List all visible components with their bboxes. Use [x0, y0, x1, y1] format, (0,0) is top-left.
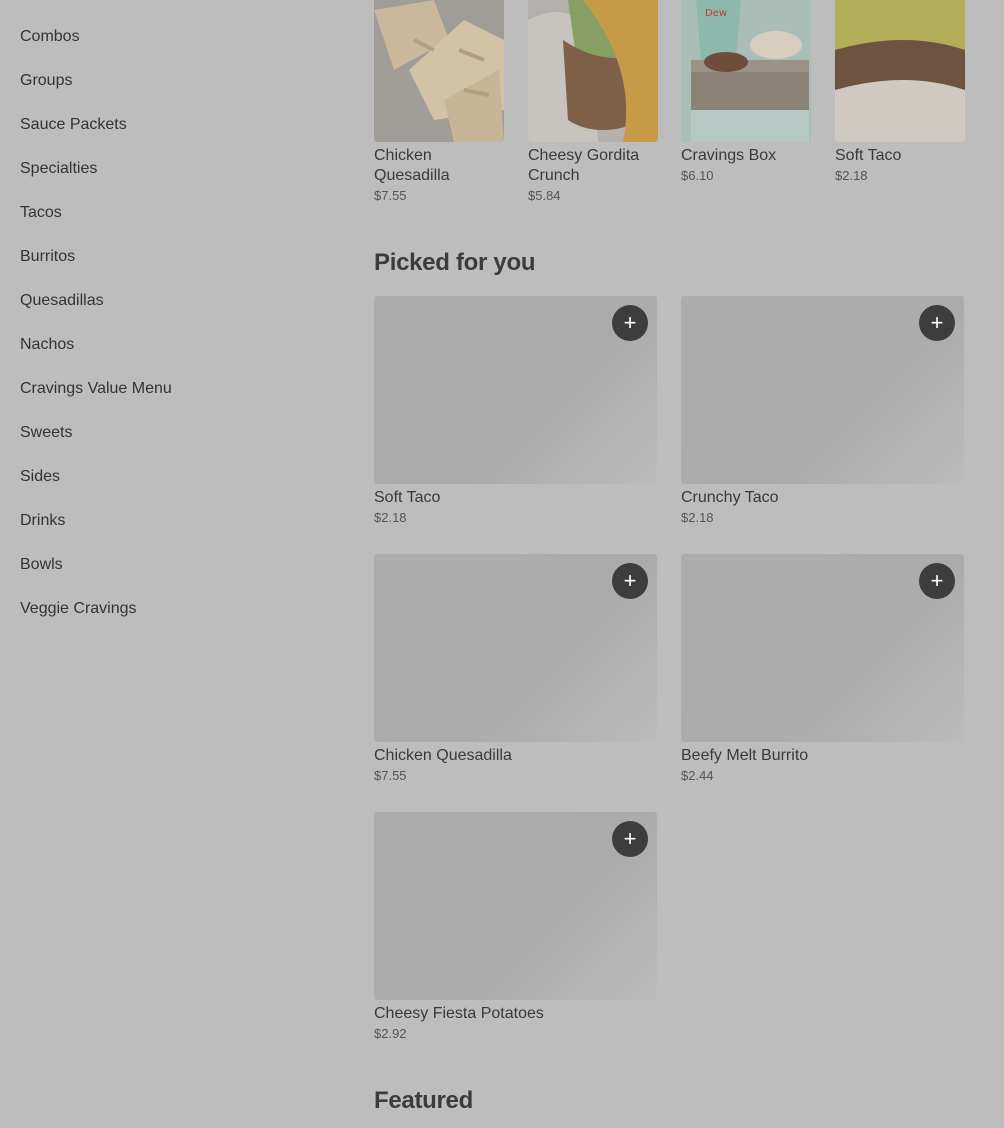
item-price: $7.55 [374, 768, 407, 783]
item-price: $2.18 [681, 510, 714, 525]
carousel-card[interactable]: Chicken Quesadilla $7.55 [374, 0, 504, 203]
carousel-card[interactable]: Soft Taco $2.18 [835, 0, 965, 183]
sidebar-item-specialties[interactable]: Specialties [20, 147, 320, 191]
item-name: Soft Taco [374, 489, 441, 506]
sidebar-item-drinks[interactable]: Drinks [20, 499, 320, 543]
category-sidebar: Combos Groups Sauce Packets Specialties … [20, 0, 320, 631]
menu-content: Chicken Quesadilla $7.55 Cheesy Gordita … [374, 0, 965, 1114]
chicken-quesadilla-image [374, 0, 504, 142]
carousel-item-name: Soft Taco [835, 147, 902, 164]
picked-for-you-heading: Picked for you [374, 249, 536, 276]
item-price: $2.44 [681, 768, 714, 783]
menu-item-card[interactable]: + Chicken Quesadilla $7.55 [374, 554, 657, 783]
carousel-item-price: $7.55 [374, 188, 407, 203]
menu-item-card[interactable]: + Soft Taco $2.18 [374, 296, 657, 525]
menu-item-card[interactable]: + Beefy Melt Burrito $2.44 [681, 554, 964, 783]
sidebar-item-veggie-cravings[interactable]: Veggie Cravings [20, 587, 320, 631]
add-item-button[interactable]: + [612, 821, 648, 857]
add-item-button[interactable]: + [612, 563, 648, 599]
sidebar-item-tacos[interactable]: Tacos [20, 191, 320, 235]
menu-item-card[interactable]: + Cheesy Fiesta Potatoes $2.92 [374, 812, 657, 1041]
carousel-item-price: $2.18 [835, 168, 868, 183]
sidebar-item-cravings-value-menu[interactable]: Cravings Value Menu [20, 367, 320, 411]
sidebar-item-burritos[interactable]: Burritos [20, 235, 320, 279]
carousel-item-name: Cheesy Gordita Crunch [528, 147, 640, 184]
cravings-box-image: Dew [681, 0, 811, 142]
item-image: + [681, 296, 964, 484]
item-image: + [374, 296, 657, 484]
svg-text:Dew: Dew [705, 8, 727, 19]
item-name: Beefy Melt Burrito [681, 747, 809, 764]
item-name: Chicken Quesadilla [374, 747, 512, 764]
carousel-item-price: $6.10 [681, 168, 714, 183]
sidebar-item-nachos[interactable]: Nachos [20, 323, 320, 367]
add-item-button[interactable]: + [612, 305, 648, 341]
item-price: $2.18 [374, 510, 407, 525]
sidebar-item-sides[interactable]: Sides [20, 455, 320, 499]
item-image: + [681, 554, 964, 742]
sidebar-item-groups[interactable]: Groups [20, 59, 320, 103]
featured-heading: Featured [374, 1087, 473, 1114]
add-item-button[interactable]: + [919, 305, 955, 341]
sidebar-item-sauce-packets[interactable]: Sauce Packets [20, 103, 320, 147]
item-image: + [374, 812, 657, 1000]
sidebar-item-combos[interactable]: Combos [20, 15, 320, 59]
carousel-card[interactable]: Dew Cravings Box $6.10 [681, 0, 811, 183]
item-name: Crunchy Taco [681, 489, 779, 506]
carousel-item-name: Chicken Quesadilla [374, 147, 450, 184]
sidebar-item-quesadillas[interactable]: Quesadillas [20, 279, 320, 323]
menu-item-card[interactable]: + Crunchy Taco $2.18 [681, 296, 964, 525]
popular-carousel: Chicken Quesadilla $7.55 Cheesy Gordita … [374, 0, 965, 215]
item-name: Cheesy Fiesta Potatoes [374, 1005, 544, 1022]
carousel-item-name: Cravings Box [681, 147, 777, 164]
carousel-card[interactable]: Cheesy Gordita Crunch $5.84 [528, 0, 658, 203]
item-image: + [374, 554, 657, 742]
sidebar-item-bowls[interactable]: Bowls [20, 543, 320, 587]
soft-taco-image [835, 0, 965, 142]
item-price: $2.92 [374, 1026, 407, 1041]
sidebar-item-sweets[interactable]: Sweets [20, 411, 320, 455]
add-item-button[interactable]: + [919, 563, 955, 599]
cheesy-gordita-crunch-image [528, 0, 658, 142]
carousel-item-price: $5.84 [528, 188, 561, 203]
